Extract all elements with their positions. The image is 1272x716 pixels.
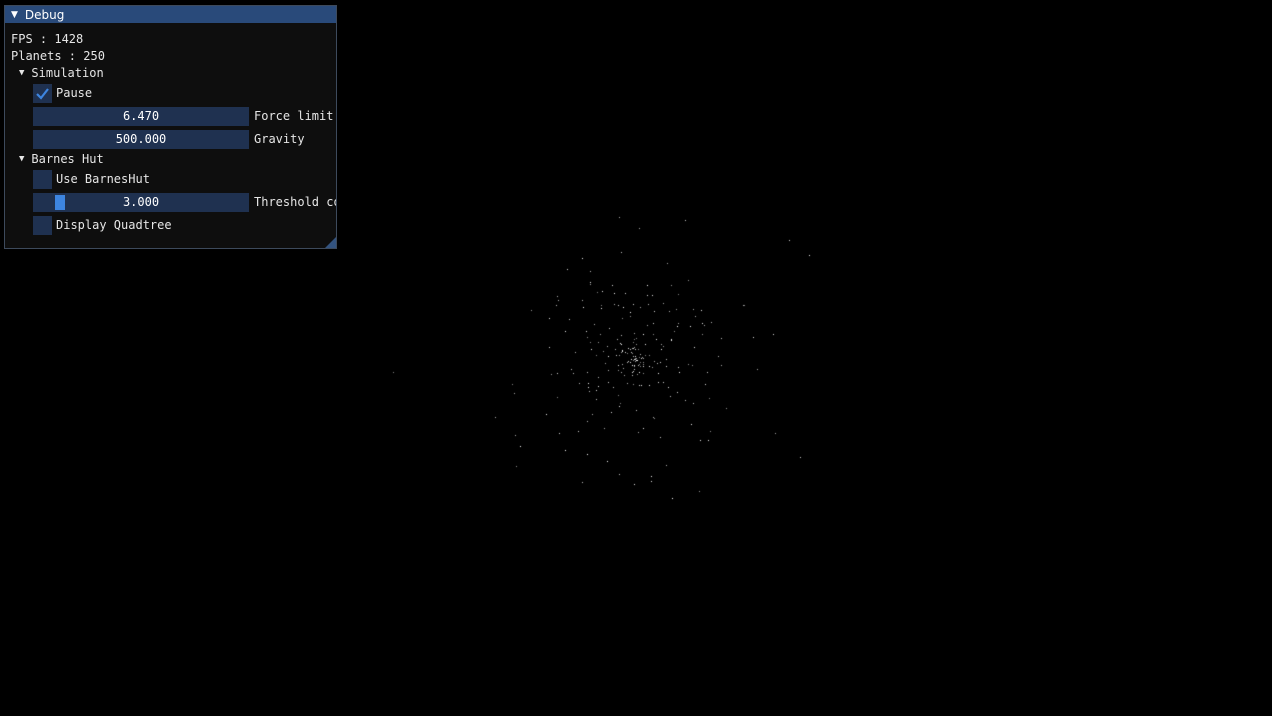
display-quadtree-label: Display Quadtree [56,218,172,232]
threshold-slider[interactable]: 3.000 [33,193,249,212]
resize-grip-icon[interactable] [325,237,336,248]
window-title: Debug [24,7,65,22]
gravity-input[interactable]: 500.000 [33,130,249,149]
threshold-label: Threshold coefficient [254,195,336,209]
debug-window[interactable]: ▼ Debug FPS : 1428 Planets : 250 ▼ Simul… [4,5,337,249]
simulation-section-header[interactable]: ▼ Simulation [19,66,104,80]
gravity-label: Gravity [254,132,305,146]
force-limit-input[interactable]: 6.470 [33,107,249,126]
expand-triangle-icon: ▼ [19,154,25,164]
barnes-hut-header-label: Barnes Hut [31,152,104,166]
slider-grab-handle[interactable] [55,195,66,210]
pause-label: Pause [56,86,93,100]
check-icon [36,88,49,100]
force-limit-label: Force limit [254,109,334,123]
display-quadtree-checkbox[interactable] [33,216,52,235]
planets-count-text: Planets : 250 [11,49,105,63]
use-barneshut-checkbox[interactable] [33,170,52,189]
barnes-hut-section-header[interactable]: ▼ Barnes Hut [19,152,104,166]
use-barneshut-label: Use BarnesHut [56,172,150,186]
debug-window-title-bar[interactable]: ▼ Debug [5,6,336,23]
expand-triangle-icon: ▼ [19,68,25,78]
threshold-value: 3.000 [122,195,160,209]
simulation-header-label: Simulation [31,66,104,80]
collapse-triangle-icon[interactable]: ▼ [11,10,18,20]
fps-text: FPS : 1428 [11,32,84,46]
pause-checkbox[interactable] [33,84,52,103]
